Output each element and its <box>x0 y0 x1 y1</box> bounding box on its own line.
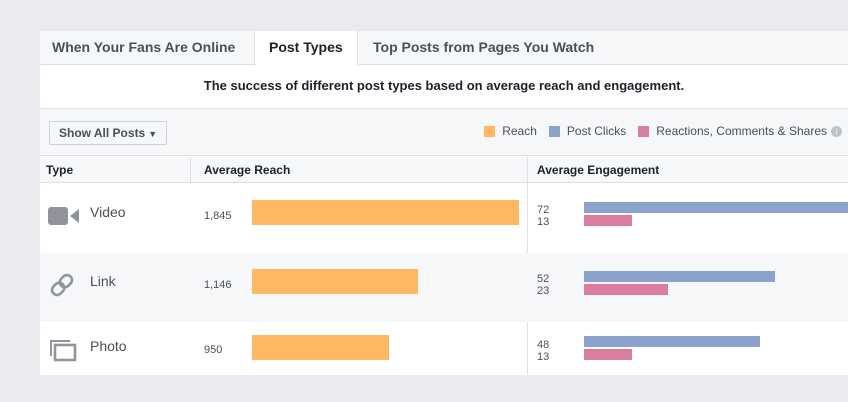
legend-label-post-clicks: Post Clicks <box>566 124 627 138</box>
table-row: Link 1,146 52 23 <box>40 253 848 322</box>
legend-swatch-post-clicks <box>548 125 560 137</box>
average-reach-value: 1,146 <box>204 279 232 291</box>
photo-icon <box>50 340 77 362</box>
reactions-bar <box>584 349 632 360</box>
tab-post-types[interactable]: Post Types <box>254 31 358 66</box>
post-clicks-value: 48 <box>537 339 550 351</box>
post-clicks-bar <box>584 202 848 213</box>
column-header-average-reach[interactable]: Average Reach <box>204 157 290 183</box>
post-clicks-bar <box>584 336 760 347</box>
video-camera-icon <box>48 207 79 225</box>
table-header: Type Average Reach Average Engagement <box>40 157 848 183</box>
reach-bar <box>252 200 519 225</box>
reactions-bar <box>584 215 632 226</box>
legend-label-reactions: Reactions, Comments & Shares <box>656 124 827 138</box>
tab-when-fans-online[interactable]: When Your Fans Are Online <box>52 31 235 65</box>
link-icon <box>50 273 74 297</box>
show-all-posts-dropdown[interactable]: Show All Posts ▼ <box>49 121 168 145</box>
tab-bar: When Your Fans Are Online Post Types Top… <box>40 31 848 66</box>
post-type-label: Video <box>90 204 126 220</box>
post-clicks-value: 52 <box>537 273 550 285</box>
legend-swatch-reactions <box>638 125 650 137</box>
filter-row: Show All Posts ▼ Reach Post Clicks Reacti… <box>40 108 848 156</box>
post-clicks-value: 72 <box>537 204 550 216</box>
tab-top-posts-pages-you-watch[interactable]: Top Posts from Pages You Watch <box>373 31 594 65</box>
reactions-value: 13 <box>537 216 550 228</box>
table-row: Photo 950 48 13 <box>40 322 848 375</box>
average-reach-value: 950 <box>204 344 223 356</box>
post-type-label: Photo <box>90 338 127 354</box>
post-types-panel: When Your Fans Are Online Post Types Top… <box>40 31 848 375</box>
reactions-bar <box>584 284 668 295</box>
info-icon[interactable]: i <box>831 125 842 137</box>
reactions-value: 13 <box>537 351 550 363</box>
chevron-down-icon: ▼ <box>148 129 158 139</box>
post-clicks-bar <box>584 271 775 282</box>
reach-bar <box>252 269 418 294</box>
column-header-type[interactable]: Type <box>46 157 73 183</box>
chart-legend: Reach Post Clicks Reactions, Comments & … <box>472 124 842 138</box>
dropdown-label: Show All Posts <box>59 126 146 140</box>
column-header-average-engagement[interactable]: Average Engagement <box>537 157 659 183</box>
average-reach-value: 1,845 <box>204 210 232 222</box>
reactions-value: 23 <box>537 285 550 297</box>
legend-label-reach: Reach <box>502 124 537 138</box>
legend-swatch-reach <box>484 125 496 137</box>
table-row: Video 1,845 72 13 <box>40 184 848 253</box>
post-type-label: Link <box>90 273 116 289</box>
section-description: The success of different post types base… <box>203 78 685 93</box>
reach-bar <box>252 335 389 360</box>
column-divider <box>190 157 191 184</box>
